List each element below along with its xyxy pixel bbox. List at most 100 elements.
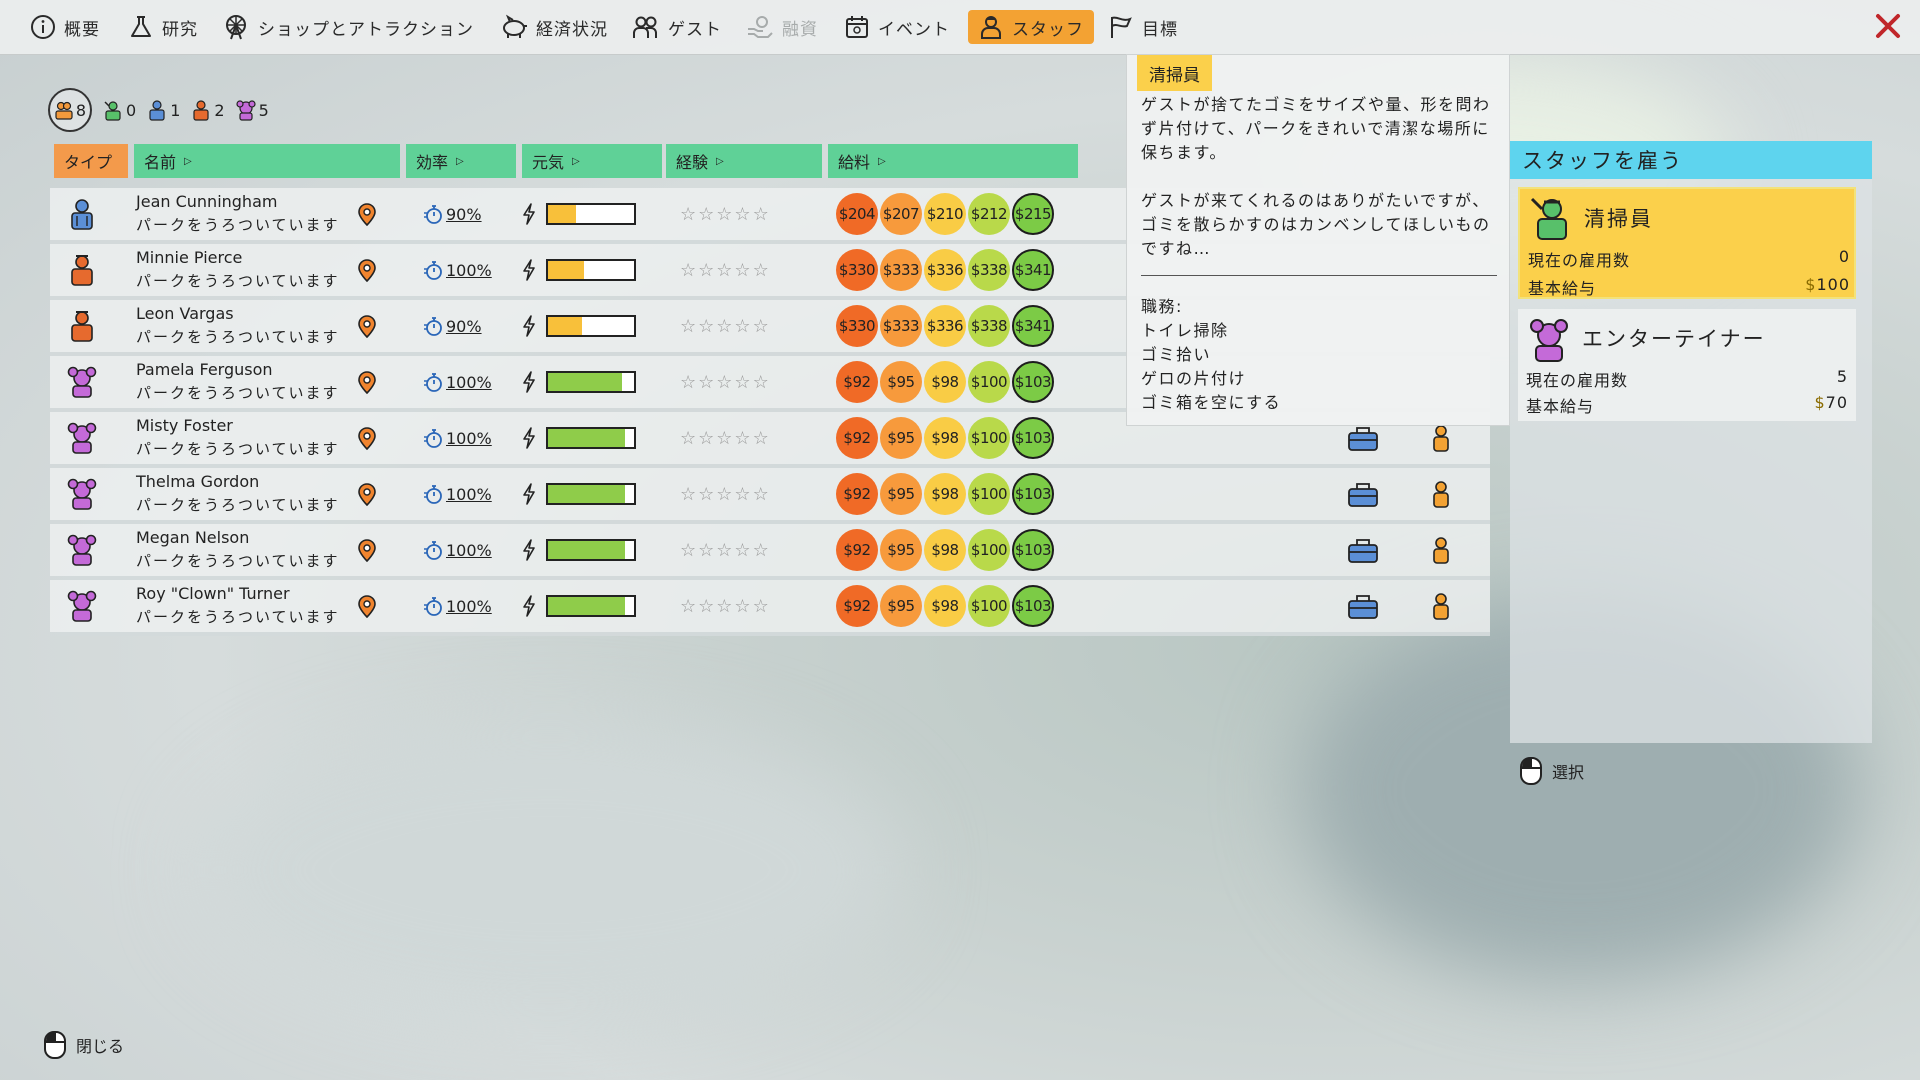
table-row[interactable]: Thelma Gordon パークをうろついています 100% ☆ ☆ ☆ ☆ ☆ $9… <box>50 468 1490 524</box>
salary-level-option[interactable]: $95 <box>880 417 922 459</box>
staff-type-entertainer-icon <box>64 580 100 632</box>
salary-level-option[interactable]: $336 <box>924 249 966 291</box>
nav-staff[interactable]: スタッフ <box>968 10 1094 44</box>
salary-level-option[interactable]: $98 <box>924 417 966 459</box>
nav-goals[interactable]: 目標 <box>1108 10 1178 44</box>
nav-events[interactable]: イベント <box>844 10 950 44</box>
column-energy[interactable]: 元気 ▷ <box>522 144 662 178</box>
salary-level-option[interactable]: $95 <box>880 361 922 403</box>
salary-level-option[interactable]: $341 <box>1012 305 1054 347</box>
column-efficiency[interactable]: 効率 ▷ <box>406 144 516 178</box>
salary-level-option[interactable]: $103 <box>1012 529 1054 571</box>
toolbox-icon[interactable] <box>1346 468 1380 520</box>
efficiency-value: 100% <box>446 540 492 560</box>
nav-research[interactable]: 研究 <box>128 10 198 44</box>
filter-security[interactable]: 2 <box>190 99 225 121</box>
salary-level-option[interactable]: $92 <box>836 361 878 403</box>
salary-level-option[interactable]: $333 <box>880 249 922 291</box>
salary-level-option[interactable]: $92 <box>836 473 878 515</box>
staff-figure-icon[interactable] <box>1430 524 1452 576</box>
column-name[interactable]: 名前 ▷ <box>134 144 400 178</box>
staff-type-security-icon <box>64 300 100 352</box>
salary-level-option[interactable]: $330 <box>836 305 878 347</box>
salary-level-option[interactable]: $210 <box>924 193 966 235</box>
salary-level-option[interactable]: $92 <box>836 417 878 459</box>
salary-level-option[interactable]: $333 <box>880 305 922 347</box>
locate-staff-icon[interactable] <box>356 244 378 296</box>
salary-level-option[interactable]: $98 <box>924 529 966 571</box>
salary-level-option[interactable]: $98 <box>924 473 966 515</box>
lightning-icon <box>523 371 535 393</box>
salary-level-option[interactable]: $92 <box>836 529 878 571</box>
close-icon[interactable] <box>1872 10 1904 42</box>
efficiency-value: 100% <box>446 428 492 448</box>
salary-level-option[interactable]: $95 <box>880 529 922 571</box>
staff-type-filter: 8 0 1 2 5 <box>48 88 269 132</box>
salary-level-option[interactable]: $100 <box>968 361 1010 403</box>
salary-level-option[interactable]: $95 <box>880 473 922 515</box>
efficiency-value: 90% <box>446 204 482 224</box>
salary-level-option[interactable]: $215 <box>1012 193 1054 235</box>
locate-staff-icon[interactable] <box>356 188 378 240</box>
salary-level-option[interactable]: $98 <box>924 585 966 627</box>
info-icon <box>31 15 55 39</box>
nav-shops-attractions[interactable]: ショップとアトラクション <box>222 10 474 44</box>
salary-level-option[interactable]: $95 <box>880 585 922 627</box>
ferris-wheel-icon <box>226 15 246 40</box>
salary-level-option[interactable]: $330 <box>836 249 878 291</box>
filter-entertainer[interactable]: 5 <box>235 99 269 121</box>
salary-value: 70 <box>1825 393 1848 412</box>
locate-staff-icon[interactable] <box>356 580 378 632</box>
locate-staff-icon[interactable] <box>356 524 378 576</box>
staff-status: パークをうろついています <box>136 328 340 346</box>
salary-level-option[interactable]: $100 <box>968 417 1010 459</box>
table-row[interactable]: Roy "Clown" Turner パークをうろついています 100% ☆ ☆ ☆… <box>50 580 1490 636</box>
column-experience[interactable]: 経験 ▷ <box>666 144 822 178</box>
staff-figure-icon[interactable] <box>1430 580 1452 632</box>
column-type[interactable]: タイプ <box>54 144 128 178</box>
energy-bar <box>546 315 636 337</box>
column-salary[interactable]: 給料 ▷ <box>828 144 1078 178</box>
filter-mechanic[interactable]: 1 <box>146 99 180 121</box>
star-icon: ☆ <box>698 483 715 505</box>
salary-level-option[interactable]: $338 <box>968 249 1010 291</box>
salary-level-option[interactable]: $338 <box>968 305 1010 347</box>
salary-level-option[interactable]: $103 <box>1012 473 1054 515</box>
lightning-icon <box>523 203 535 225</box>
locate-staff-icon[interactable] <box>356 356 378 408</box>
nav-loans[interactable]: 融資 <box>746 10 818 44</box>
salary-level-option[interactable]: $212 <box>968 193 1010 235</box>
staff-figure-icon[interactable] <box>1430 468 1452 520</box>
salary-level-option[interactable]: $336 <box>924 305 966 347</box>
salary-level-option[interactable]: $204 <box>836 193 878 235</box>
salary-level-option[interactable]: $103 <box>1012 361 1054 403</box>
salary-level-option[interactable]: $100 <box>968 529 1010 571</box>
hire-panel-title: スタッフを雇う <box>1510 141 1872 179</box>
filter-all-staff[interactable]: 8 <box>48 88 92 132</box>
salary-level-option[interactable]: $100 <box>968 473 1010 515</box>
toolbox-icon[interactable] <box>1346 580 1380 632</box>
hire-card-janitor[interactable]: 清掃員 現在の雇用数 0 基本給与 $100 <box>1518 187 1856 299</box>
salary-level-option[interactable]: $103 <box>1012 417 1054 459</box>
toolbox-icon[interactable] <box>1346 524 1380 576</box>
staff-status: パークをうろついています <box>136 496 340 514</box>
hire-card-entertainer[interactable]: エンターテイナー 現在の雇用数 5 基本給与 $70 <box>1518 309 1856 421</box>
nav-overview[interactable]: 概要 <box>30 10 100 44</box>
salary-level-option[interactable]: $100 <box>968 585 1010 627</box>
hire-card-count-row: 現在の雇用数 0 <box>1528 247 1850 271</box>
energy-cell <box>522 580 636 632</box>
salary-level-option[interactable]: $207 <box>880 193 922 235</box>
salary-level-option[interactable]: $103 <box>1012 585 1054 627</box>
nav-finances[interactable]: 経済状況 <box>500 10 608 44</box>
locate-staff-icon[interactable] <box>356 412 378 464</box>
salary-level-option[interactable]: $341 <box>1012 249 1054 291</box>
salary-level-option[interactable]: $98 <box>924 361 966 403</box>
salary-label: 基本給与 <box>1528 279 1597 298</box>
table-row[interactable]: Megan Nelson パークをうろついています 100% ☆ ☆ ☆ ☆ ☆ $92… <box>50 524 1490 580</box>
locate-staff-icon[interactable] <box>356 468 378 520</box>
nav-guests[interactable]: ゲスト <box>632 10 722 44</box>
salary-level-option[interactable]: $92 <box>836 585 878 627</box>
filter-janitor[interactable]: 0 <box>102 99 136 121</box>
locate-staff-icon[interactable] <box>356 300 378 352</box>
experience-stars: ☆ ☆ ☆ ☆ ☆ <box>680 524 769 576</box>
